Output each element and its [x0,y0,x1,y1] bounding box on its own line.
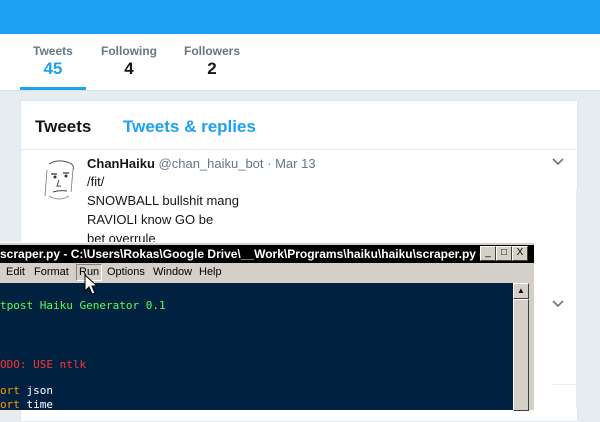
tab-tweets-and-replies[interactable]: Tweets & replies [123,117,256,137]
code-line: ODO: USE ntlk [0,358,87,371]
stat-following[interactable]: Following 4 [101,44,157,79]
stat-tweets[interactable]: Tweets 45 [33,44,73,79]
menu-edit[interactable]: Edit [6,266,25,278]
top-nav-bar [0,0,600,34]
active-tab-underline [20,87,86,90]
vertical-scrollbar[interactable]: ▲ [513,283,529,411]
tweet-author-name[interactable]: ChanHaiku [87,156,155,171]
menu-bar: Edit Format Run Options Window Help [0,264,534,282]
tweet-author-handle[interactable]: @chan_haiku_bot [159,156,264,171]
scroll-up-button[interactable]: ▲ [513,283,529,299]
stat-following-value: 4 [124,59,134,78]
code-line: ort time [0,398,53,411]
code-line: ort json [0,384,53,397]
code-line: tpost Haiku Generator 0.1 [0,299,166,312]
mouse-pointer-icon [84,274,99,295]
stat-followers-value: 2 [207,59,217,78]
tweet-date[interactable]: · Mar 13 [267,156,315,171]
tweet-header: ChanHaiku @chan_haiku_bot · Mar 13 [87,156,316,171]
stat-followers-label: Followers [184,44,241,58]
code-editor[interactable]: tpost Haiku Generator 0.1 ODO: USE ntlk … [0,283,513,411]
minimize-button[interactable]: _ [480,246,496,261]
window-title[interactable]: scraper.py - C:\Users\Rokas\Google Drive… [0,245,534,263]
caret-down-icon[interactable] [552,158,564,166]
page-background-edge [576,190,600,409]
stat-followers[interactable]: Followers 2 [184,44,240,79]
code-keyword: ort [0,384,20,397]
tweet-text-line: /fit/ [87,174,105,189]
scroll-thumb[interactable] [513,299,529,411]
avatar-face-icon[interactable] [37,156,87,206]
menu-format[interactable]: Format [34,266,69,278]
idle-editor-window[interactable]: scraper.py - C:\Users\Rokas\Google Drive… [0,242,534,411]
tweet-text-line: RAVIOLI know GO be [87,212,214,227]
profile-nav: Tweets 45 Following 4 Followers 2 [0,34,600,91]
maximize-button[interactable]: □ [496,246,512,261]
menu-help[interactable]: Help [199,266,222,278]
stat-tweets-value: 45 [43,59,63,78]
code-text: json [19,384,53,397]
caret-down-icon[interactable] [552,300,564,308]
timeline-tabs: Tweets Tweets & replies [21,101,577,150]
stat-following-label: Following [101,44,157,58]
menu-window[interactable]: Window [153,266,192,278]
stat-tweets-label: Tweets [33,44,73,58]
close-button[interactable]: X [512,246,528,261]
tab-tweets[interactable]: Tweets [35,117,91,137]
tweet-text-line: SNOWBALL bullshit mang [87,193,239,208]
code-keyword: ort [0,398,20,411]
code-text: time [19,398,53,411]
menu-options[interactable]: Options [107,266,145,278]
